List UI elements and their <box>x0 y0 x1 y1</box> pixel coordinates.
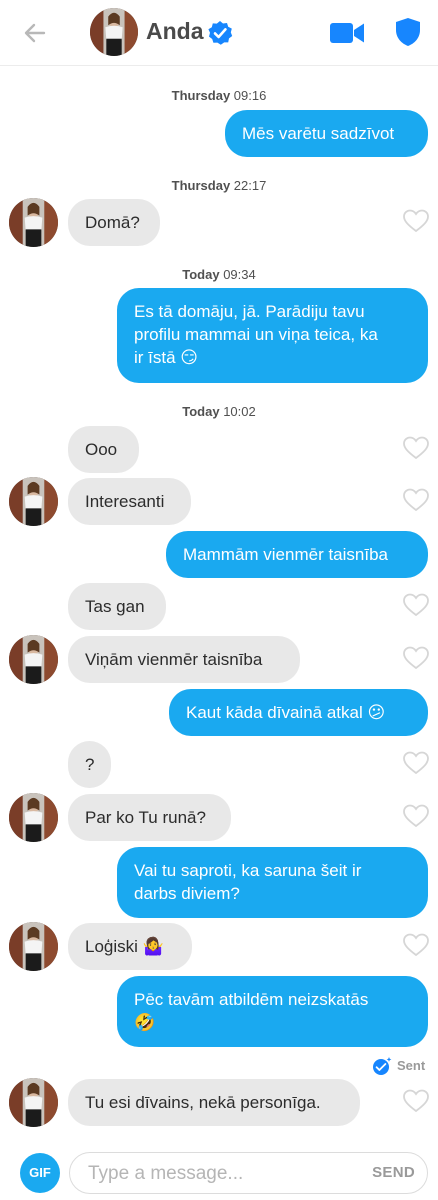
read-receipt-check-icon <box>373 1057 392 1075</box>
outgoing-message[interactable]: Vai tu saproti, ka saruna šeit ir darbs … <box>117 847 428 918</box>
send-button[interactable]: SEND <box>372 1164 415 1181</box>
back-arrow-icon[interactable] <box>20 18 50 48</box>
timestamp: Today 09:34 <box>182 267 256 282</box>
like-heart-icon[interactable] <box>403 593 429 617</box>
avatar[interactable] <box>9 198 58 247</box>
avatar[interactable] <box>9 635 58 684</box>
message-line: 🤣 <box>134 1013 156 1032</box>
message-line: ir īstā 😏 <box>134 348 199 367</box>
verified-badge-icon <box>208 21 233 45</box>
message-line: darbs diviem? <box>134 884 240 903</box>
incoming-message[interactable]: ? <box>68 741 111 788</box>
outgoing-message[interactable]: Es tā domāju, jā. Parādiju tavu profilu … <box>117 288 428 383</box>
timestamp: Thursday 22:17 <box>171 178 267 193</box>
gif-button[interactable]: GIF <box>20 1153 60 1193</box>
message-composer: GIF SEND <box>0 1146 438 1200</box>
incoming-message[interactable]: Ooo <box>68 426 139 473</box>
avatar[interactable] <box>9 922 58 971</box>
sent-label: Sent <box>397 1058 426 1073</box>
outgoing-message[interactable]: Kaut kāda dīvainā atkal 😕 <box>169 689 428 736</box>
message-line: Pēc tavām atbildēm neizskatās <box>134 990 369 1009</box>
avatar[interactable] <box>9 477 58 526</box>
incoming-message[interactable]: Tu esi dīvains, nekā personīga. <box>68 1079 360 1126</box>
avatar[interactable] <box>9 1078 58 1127</box>
timestamp: Thursday 09:16 <box>171 88 267 103</box>
outgoing-message[interactable]: Pēc tavām atbildēm neizskatās 🤣 <box>117 976 428 1047</box>
message-line: profilu mammai un viņa teica, ka <box>134 325 378 344</box>
contact-name[interactable]: Anda <box>146 18 204 45</box>
safety-shield-icon[interactable] <box>395 17 421 47</box>
message-input[interactable] <box>88 1162 348 1186</box>
incoming-message[interactable]: Par ko Tu runā? <box>68 794 231 841</box>
timestamp: Today 10:02 <box>182 404 256 419</box>
sent-status: Sent <box>372 1056 432 1076</box>
outgoing-message[interactable]: Mammām vienmēr taisnība <box>166 531 428 578</box>
outgoing-message[interactable]: Mēs varētu sadzīvot <box>225 110 428 157</box>
message-box: SEND <box>69 1152 428 1194</box>
incoming-message[interactable]: Domā? <box>68 199 160 246</box>
incoming-message[interactable]: Interesanti <box>68 478 191 525</box>
like-heart-icon[interactable] <box>403 804 429 828</box>
like-heart-icon[interactable] <box>403 209 429 233</box>
like-heart-icon[interactable] <box>403 751 429 775</box>
message-line: Es tā domāju, jā. Parādiju tavu <box>134 302 365 321</box>
like-heart-icon[interactable] <box>403 1089 429 1113</box>
incoming-message[interactable]: Loģiski 🤷‍♀️ <box>68 923 192 970</box>
like-heart-icon[interactable] <box>403 646 429 670</box>
like-heart-icon[interactable] <box>403 488 429 512</box>
incoming-message[interactable]: Tas gan <box>68 583 166 630</box>
like-heart-icon[interactable] <box>403 933 429 957</box>
avatar[interactable] <box>90 8 138 56</box>
like-heart-icon[interactable] <box>403 436 429 460</box>
message-line: Vai tu saproti, ka saruna šeit ir <box>134 861 362 880</box>
video-camera-icon[interactable] <box>329 20 365 46</box>
avatar[interactable] <box>9 793 58 842</box>
incoming-message[interactable]: Viņām vienmēr taisnība <box>68 636 300 683</box>
chat-header: Anda <box>0 0 438 66</box>
